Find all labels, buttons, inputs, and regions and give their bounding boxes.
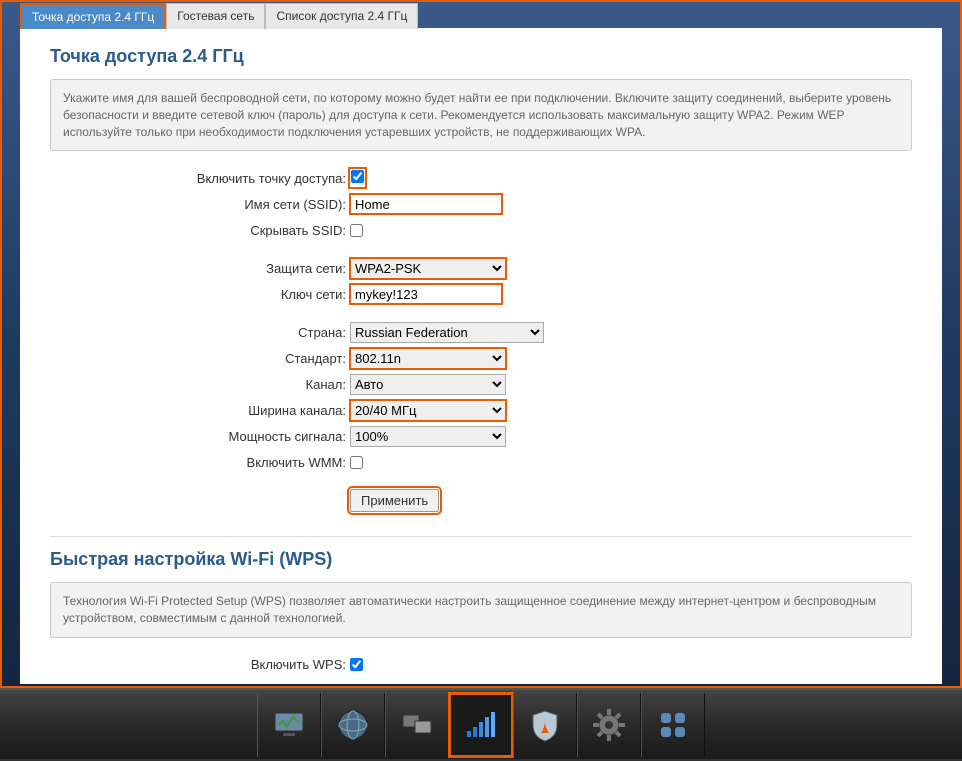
nav-gear-icon[interactable]	[577, 693, 641, 757]
label-ssid: Имя сети (SSID):	[50, 197, 350, 212]
checkbox-hide-ssid[interactable]	[350, 224, 363, 237]
checkbox-enable-wps[interactable]	[350, 658, 363, 671]
label-security: Защита сети:	[50, 261, 350, 276]
label-width: Ширина канала:	[50, 403, 350, 418]
separator	[50, 536, 912, 537]
apply-button-ap[interactable]: Применить	[350, 489, 439, 512]
section-title-ap: Точка доступа 2.4 ГГц	[50, 46, 912, 67]
select-channel[interactable]: Авто	[350, 374, 506, 395]
nav-wifi-icon[interactable]	[449, 693, 513, 757]
label-enable-wps: Включить WPS:	[50, 657, 350, 672]
nav-apps-icon[interactable]	[641, 693, 705, 757]
nav-computers-icon[interactable]	[385, 693, 449, 757]
label-channel: Канал:	[50, 377, 350, 392]
bottom-nav	[0, 688, 962, 759]
input-key[interactable]	[350, 284, 502, 304]
info-box-ap: Укажите имя для вашей беспроводной сети,…	[50, 79, 912, 151]
tab-access-point[interactable]: Точка доступа 2.4 ГГц	[20, 3, 166, 29]
select-power[interactable]: 100%	[350, 426, 506, 447]
content-area: Точка доступа 2.4 ГГц Укажите имя для ва…	[20, 28, 942, 684]
info-box-wps: Технология Wi-Fi Protected Setup (WPS) п…	[50, 582, 912, 638]
section-title-wps: Быстрая настройка Wi-Fi (WPS)	[50, 549, 912, 570]
tab-access-list[interactable]: Список доступа 2.4 ГГц	[265, 3, 418, 29]
label-hide-ssid: Скрывать SSID:	[50, 223, 350, 238]
label-use-pin: Использовать пин-код:	[50, 683, 350, 684]
label-standard: Стандарт:	[50, 351, 350, 366]
main-panel: Точка доступа 2.4 ГГц Гостевая сеть Спис…	[0, 0, 962, 688]
label-country: Страна:	[50, 325, 350, 340]
select-width[interactable]: 20/40 МГц	[350, 400, 506, 421]
input-ssid[interactable]	[350, 194, 502, 214]
label-enable-ap: Включить точку доступа:	[50, 171, 350, 186]
label-wmm: Включить WMM:	[50, 455, 350, 470]
select-security[interactable]: WPA2-PSK	[350, 258, 506, 279]
checkbox-enable-ap[interactable]	[351, 170, 364, 183]
nav-globe-icon[interactable]	[321, 693, 385, 757]
select-country[interactable]: Russian Federation	[350, 322, 544, 343]
select-standard[interactable]: 802.11n	[350, 348, 506, 369]
label-key: Ключ сети:	[50, 287, 350, 302]
label-power: Мощность сигнала:	[50, 429, 350, 444]
tab-bar: Точка доступа 2.4 ГГц Гостевая сеть Спис…	[20, 2, 942, 28]
tab-guest-network[interactable]: Гостевая сеть	[166, 3, 265, 29]
nav-monitor-icon[interactable]	[257, 693, 321, 757]
nav-shield-icon[interactable]	[513, 693, 577, 757]
checkbox-wmm[interactable]	[350, 456, 363, 469]
